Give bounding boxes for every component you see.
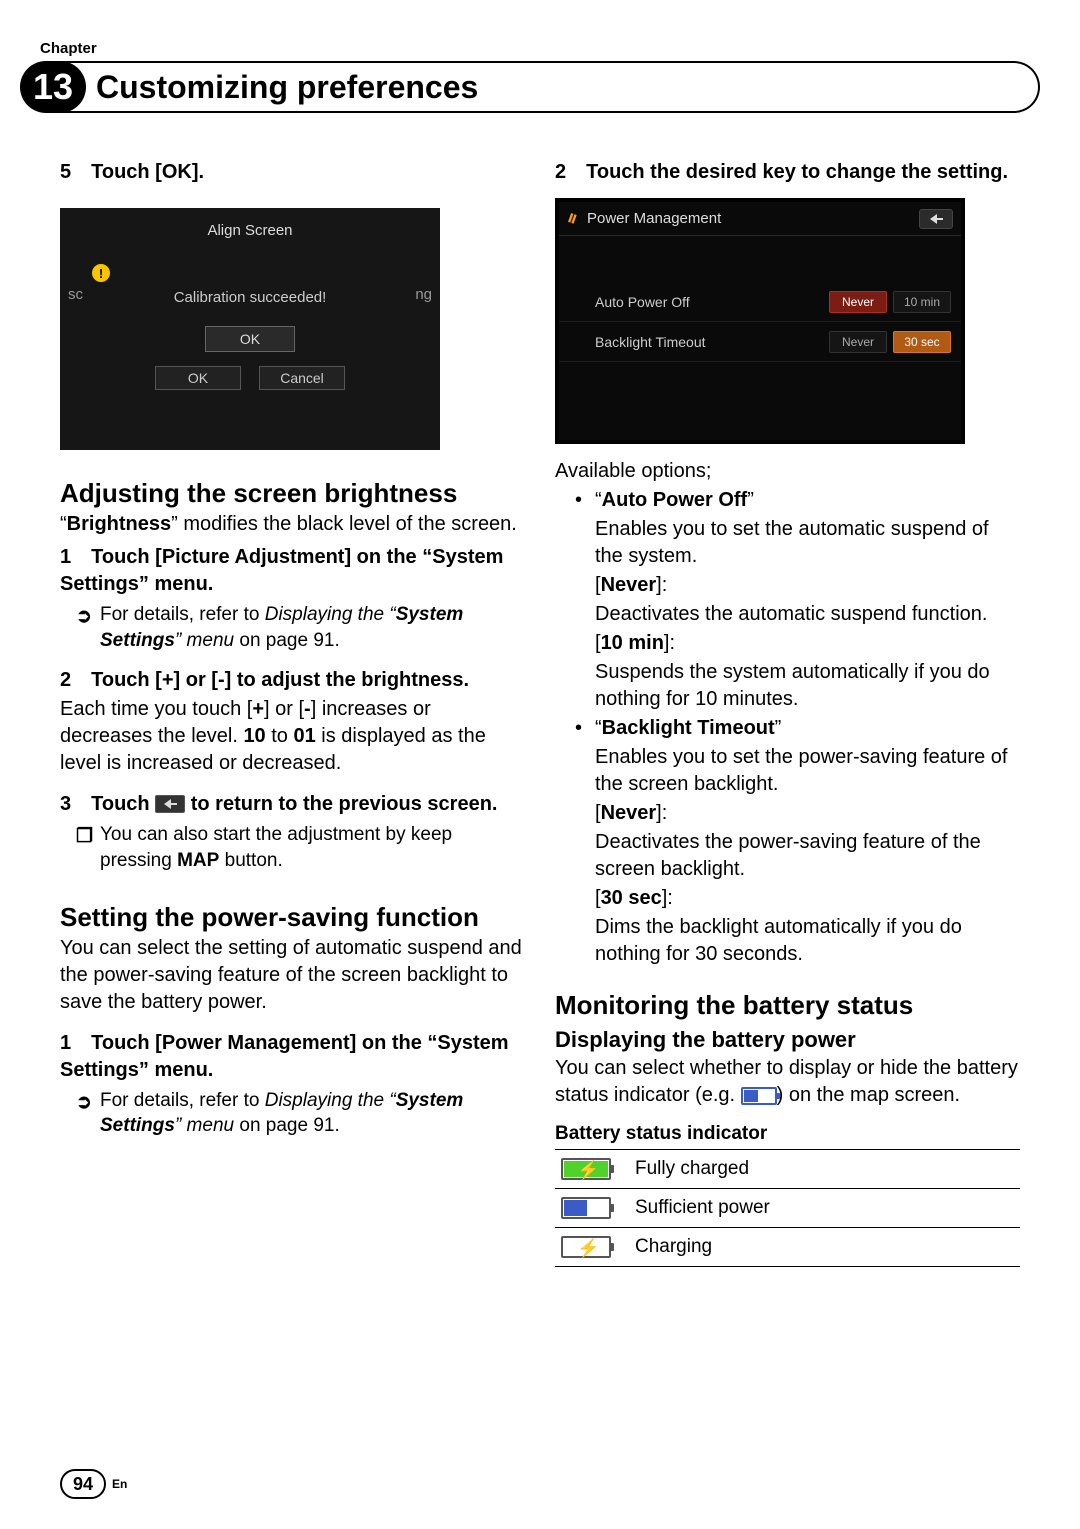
pm-opt-never2[interactable]: Never [829,331,887,353]
battery-status-table: ⚡ Fully charged Sufficient power ⚡ Charg… [555,1149,1020,1267]
chapter-title: Customizing preferences [96,69,478,106]
cancel-button[interactable]: Cancel [259,366,345,390]
brightness-step-1: 1 Touch [Picture Adjustment] on the “Sys… [60,544,525,598]
bt-never-desc: Deactivates the power-saving feature of … [555,829,1020,883]
bt-never: [Never]: [555,800,1020,827]
chapter-title-wrap: Customizing preferences [56,61,1040,113]
table-row: Sufficient power [555,1189,1020,1228]
brightness-note-3: ❐ You can also start the adjustment by k… [60,822,525,873]
bt-30sec: [30 sec]: [555,885,1020,912]
pm-opt-30sec[interactable]: 30 sec [893,331,951,353]
battery-full-label: Fully charged [625,1150,1020,1189]
battery-table-title: Battery status indicator [555,1123,1020,1145]
pm-row-auto-power-off: Auto Power Off Never 10 min [559,282,961,322]
brightness-intro: “Brightness” modifies the black level of… [60,511,525,538]
power-step-1: 1 Touch [Power Management] on the “Syste… [60,1030,525,1084]
pm-back-button[interactable] [919,209,953,229]
ref-icon: ➲ [76,1090,92,1116]
pm-opt-never[interactable]: Never [829,291,887,313]
brightness-step-2-desc: Each time you touch [+] or [-] increases… [60,696,525,777]
table-row: ⚡ Fully charged [555,1150,1020,1189]
option-backlight-timeout: • “Backlight Timeout” [555,715,1020,742]
align-screen-title: Align Screen [60,208,440,239]
page-footer: 94 En [60,1439,1020,1499]
power-step-2: 2 Touch the desired key to change the se… [555,159,1020,186]
calibration-message: Calibration succeeded! [60,289,440,306]
ref-icon: ➲ [76,604,92,630]
chapter-number-badge: 13 [20,61,86,113]
table-row: ⚡ Charging [555,1228,1020,1267]
power-note-1: ➲ For details, refer to Displaying the “… [60,1088,525,1139]
battery-charging-label: Charging [625,1228,1020,1267]
brightness-note-1: ➲ For details, refer to Displaying the “… [60,602,525,653]
battery-full-icon: ⚡ [561,1158,611,1180]
chapter-label: Chapter [40,40,1020,57]
heading-brightness: Adjusting the screen brightness [60,478,525,509]
apo-10min-desc: Suspends the system automatically if you… [555,659,1020,713]
apo-desc: Enables you to set the automatic suspend… [555,516,1020,570]
left-column: 5 Touch [OK]. Align Screen ! sc ng Calib… [60,153,525,1439]
right-column: 2 Touch the desired key to change the se… [555,153,1020,1439]
available-options-label: Available options; [555,458,1020,485]
power-management-screenshot: Power Management Auto Power Off Never 10… [555,198,965,444]
heading-displaying-battery: Displaying the battery power [555,1027,1020,1053]
page-lang: En [112,1477,127,1491]
settings-icon [567,212,581,226]
page-number: 94 [60,1469,106,1499]
displaying-battery-desc: You can select whether to display or hid… [555,1055,1020,1109]
apo-never-desc: Deactivates the automatic suspend functi… [555,601,1020,628]
heading-power-saving: Setting the power-saving function [60,902,525,933]
ok-button-popup[interactable]: OK [205,326,295,352]
pm-opt-10min[interactable]: 10 min [893,291,951,313]
bt-desc: Enables you to set the power-saving feat… [555,744,1020,798]
pm-row-backlight-timeout: Backlight Timeout Never 30 sec [559,322,961,362]
ok-button[interactable]: OK [155,366,241,390]
battery-sufficient-label: Sufficient power [625,1189,1020,1228]
back-icon [155,795,185,813]
bt-30sec-desc: Dims the backlight automatically if you … [555,914,1020,968]
apo-never: [Never]: [555,572,1020,599]
hint-icon: ! [92,264,110,282]
cut-text-right: ng [415,286,432,303]
align-screen-screenshot: Align Screen ! sc ng Calibration succeed… [60,208,440,450]
step-5: 5 Touch [OK]. [60,159,525,186]
power-saving-intro: You can select the setting of automatic … [60,935,525,1016]
battery-sufficient-icon [561,1197,611,1219]
heading-monitoring-battery: Monitoring the battery status [555,990,1020,1021]
apo-10min: [10 min]: [555,630,1020,657]
option-auto-power-off: • “Auto Power Off” [555,487,1020,514]
battery-charging-icon: ⚡ [561,1236,611,1258]
pm-title: Power Management [587,210,721,227]
brightness-step-3: 3 Touch to return to the previous screen… [60,791,525,818]
chapter-header: 13 Customizing preferences [20,61,1040,113]
cut-text-left: sc [68,286,83,303]
note-icon: ❐ [76,824,93,850]
battery-icon-inline [741,1087,777,1105]
brightness-step-2: 2 Touch [+] or [-] to adjust the brightn… [60,667,525,694]
